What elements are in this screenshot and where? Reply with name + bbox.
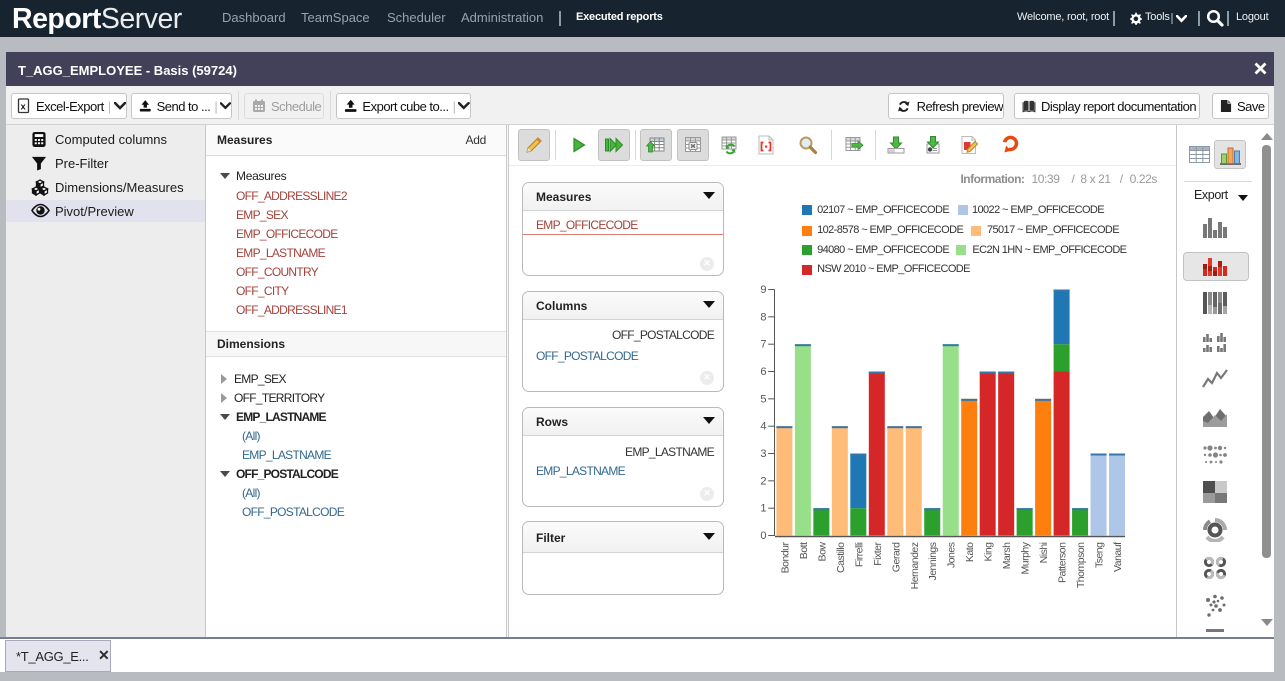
svg-text:Bow: Bow xyxy=(816,542,828,562)
svg-text:0: 0 xyxy=(760,530,766,542)
svg-text:Patterson: Patterson xyxy=(1057,542,1069,583)
svg-text:x: x xyxy=(21,102,26,112)
svg-text:9: 9 xyxy=(760,284,766,296)
svg-text:Kato: Kato xyxy=(964,542,976,562)
svg-text:Jennings: Jennings xyxy=(927,542,939,580)
svg-text:Bondur: Bondur xyxy=(779,541,791,573)
svg-text:Castillo: Castillo xyxy=(835,542,847,573)
svg-text:Bott: Bott xyxy=(798,542,810,559)
svg-text:Tseng: Tseng xyxy=(1094,542,1106,568)
svg-text:Gerard: Gerard xyxy=(890,542,902,572)
svg-text:1: 1 xyxy=(760,503,766,515)
svg-text:6: 6 xyxy=(760,366,766,378)
svg-text:5: 5 xyxy=(760,393,766,405)
svg-text:Vanauf: Vanauf xyxy=(1112,542,1124,572)
svg-text:Murphy: Murphy xyxy=(1020,541,1032,574)
svg-text:8: 8 xyxy=(760,311,766,323)
svg-text:Marsh: Marsh xyxy=(1001,542,1013,569)
svg-text:King: King xyxy=(983,542,995,562)
svg-text:Jones: Jones xyxy=(946,542,958,568)
svg-text:4: 4 xyxy=(760,421,766,433)
svg-text:3: 3 xyxy=(760,448,766,460)
svg-text:7: 7 xyxy=(760,339,766,351)
svg-text:2: 2 xyxy=(760,475,766,487)
svg-text:Fixter: Fixter xyxy=(872,541,884,565)
svg-text:Thompson: Thompson xyxy=(1075,542,1087,588)
svg-text:Firrelli: Firrelli xyxy=(853,542,865,567)
svg-text:Nishi: Nishi xyxy=(1038,542,1050,563)
svg-text:Hernandez: Hernandez xyxy=(909,542,921,589)
